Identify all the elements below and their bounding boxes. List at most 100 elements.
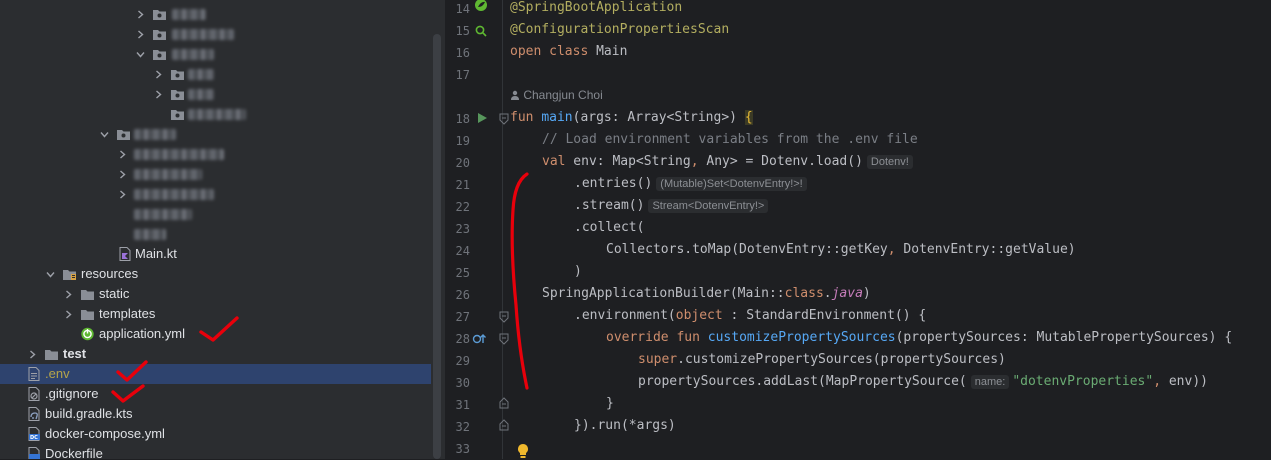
tree-item-label: Dockerfile bbox=[45, 446, 103, 459]
code-token: .customizePropertySources(propertySource… bbox=[677, 352, 1006, 367]
resources-folder-icon bbox=[63, 270, 76, 280]
tree-item-dockerfile[interactable]: Dockerfile bbox=[0, 444, 431, 459]
keyword-token: val bbox=[542, 154, 566, 169]
tree-row-redacted[interactable] bbox=[0, 44, 431, 64]
chevron-down-icon[interactable] bbox=[46, 270, 55, 279]
line-number: 14 bbox=[455, 2, 470, 16]
code-line: SpringApplicationBuilder(Main::class.jav… bbox=[542, 283, 871, 305]
code-token: SpringApplicationBuilder(Main:: bbox=[542, 286, 785, 301]
redacted-label bbox=[172, 9, 206, 20]
tree-item-label: docker-compose.yml bbox=[45, 426, 165, 441]
code-token: (args: Array<String>) bbox=[572, 110, 745, 125]
tree-row-redacted[interactable] bbox=[0, 164, 431, 184]
string-token: "dotenvProperties" bbox=[1012, 374, 1154, 389]
code-editor[interactable]: 14 15 16 17 18 19 20 21 22 23 24 25 26 2… bbox=[446, 0, 1271, 459]
keyword-token: fun bbox=[510, 110, 534, 125]
chevron-right-icon[interactable] bbox=[118, 150, 127, 159]
ignore-file-icon bbox=[28, 387, 40, 401]
redacted-label bbox=[134, 209, 192, 220]
chevron-right-icon[interactable] bbox=[136, 10, 145, 19]
tree-row-redacted[interactable] bbox=[0, 104, 431, 124]
code-token: }).run(*args) bbox=[574, 418, 676, 433]
docker-file-icon bbox=[28, 447, 40, 459]
code-token: Any> = Dotenv.load() bbox=[698, 154, 863, 169]
code-line: Collectors.toMap(DotenvEntry::getKey, Do… bbox=[606, 239, 1076, 261]
chevron-right-icon[interactable] bbox=[64, 310, 73, 319]
tree-row-redacted[interactable] bbox=[0, 84, 431, 104]
tree-item-label: templates bbox=[99, 306, 156, 321]
tree-row-redacted[interactable] bbox=[0, 224, 431, 244]
chevron-right-icon[interactable] bbox=[154, 70, 163, 79]
package-icon bbox=[171, 90, 184, 100]
comment-token: // Load environment variables from the .… bbox=[542, 132, 918, 147]
chevron-down-icon[interactable] bbox=[100, 130, 109, 139]
line-number: 17 bbox=[455, 68, 470, 82]
tree-item-env[interactable]: .env bbox=[0, 364, 431, 384]
spring-search-icon[interactable] bbox=[474, 24, 488, 38]
code-line: .stream() Stream<DotenvEntry!> bbox=[574, 195, 769, 217]
tree-item-label: resources bbox=[81, 266, 139, 281]
redacted-label bbox=[172, 49, 214, 60]
keyword-token: override bbox=[606, 330, 669, 345]
line-number: 23 bbox=[455, 222, 470, 236]
tree-item-build-gradle-kts[interactable]: build.gradle.kts bbox=[0, 404, 431, 424]
tree-row-redacted[interactable] bbox=[0, 64, 431, 84]
tree-row-redacted[interactable] bbox=[0, 204, 431, 224]
line-number: 25 bbox=[455, 266, 470, 280]
tree-item-test[interactable]: test bbox=[0, 344, 431, 364]
tree-row-redacted[interactable] bbox=[0, 24, 431, 44]
code-line: open class Main bbox=[510, 41, 627, 63]
text-file-icon bbox=[28, 367, 40, 381]
spring-bean-icon[interactable] bbox=[474, 0, 488, 12]
code-token: : StandardEnvironment() { bbox=[722, 308, 927, 323]
parameter-hint: name: bbox=[970, 375, 1010, 389]
chevron-right-icon[interactable] bbox=[118, 190, 127, 199]
code-author-hint[interactable]: Changjun Choi bbox=[510, 88, 603, 102]
tree-item-label: test bbox=[63, 346, 87, 361]
chevron-right-icon[interactable] bbox=[28, 350, 37, 359]
type-hint: Stream<DotenvEntry!> bbox=[648, 199, 769, 213]
tree-scrollbar[interactable] bbox=[433, 34, 441, 459]
fold-marker-icon[interactable] bbox=[499, 419, 509, 431]
code-line: @ConfigurationPropertiesScan bbox=[510, 19, 729, 41]
tree-row-redacted[interactable] bbox=[0, 124, 431, 144]
chevron-right-icon[interactable] bbox=[154, 90, 163, 99]
chevron-right-icon[interactable] bbox=[118, 170, 127, 179]
line-number: 20 bbox=[455, 156, 470, 170]
redacted-label bbox=[134, 129, 176, 140]
class-name-token: Main bbox=[596, 44, 628, 59]
fold-marker-icon[interactable] bbox=[499, 113, 509, 125]
kotlin-file-icon bbox=[119, 247, 131, 261]
chevron-right-icon[interactable] bbox=[136, 30, 145, 39]
code-line: override fun customizePropertySources(pr… bbox=[606, 327, 1232, 349]
redacted-label bbox=[134, 189, 214, 200]
fold-marker-icon[interactable] bbox=[499, 311, 509, 323]
chevron-down-icon[interactable] bbox=[136, 50, 145, 59]
code-token: } bbox=[606, 396, 614, 411]
lightbulb-icon[interactable] bbox=[516, 443, 530, 459]
fold-marker-icon[interactable] bbox=[499, 333, 509, 345]
chevron-right-icon[interactable] bbox=[64, 290, 73, 299]
tree-row-redacted[interactable] bbox=[0, 184, 431, 204]
property-token: java bbox=[831, 286, 863, 301]
function-name-token: customizePropertySources bbox=[707, 330, 896, 345]
code-token: .stream() bbox=[574, 198, 645, 213]
tree-item-label: Main.kt bbox=[135, 246, 177, 261]
tree-item-resources[interactable]: resources bbox=[0, 264, 431, 284]
annotation-token: @SpringBootApplication bbox=[510, 0, 683, 15]
override-method-icon[interactable] bbox=[472, 332, 488, 346]
run-icon[interactable] bbox=[476, 112, 488, 124]
tree-item-application-yml[interactable]: application.yml bbox=[0, 324, 431, 344]
tree-item-static[interactable]: static bbox=[0, 284, 431, 304]
tree-row-redacted[interactable] bbox=[0, 4, 431, 24]
tree-item-gitignore[interactable]: .gitignore bbox=[0, 384, 431, 404]
line-number: 18 bbox=[455, 112, 470, 126]
tree-item-label: build.gradle.kts bbox=[45, 406, 133, 421]
folder-icon bbox=[45, 350, 58, 360]
tree-item-main-kt[interactable]: Main.kt bbox=[0, 244, 431, 264]
tree-item-templates[interactable]: templates bbox=[0, 304, 431, 324]
tree-row-redacted[interactable] bbox=[0, 144, 431, 164]
fold-marker-icon[interactable] bbox=[499, 397, 509, 409]
package-icon bbox=[153, 30, 166, 40]
tree-item-docker-compose-yml[interactable]: DC docker-compose.yml bbox=[0, 424, 431, 444]
